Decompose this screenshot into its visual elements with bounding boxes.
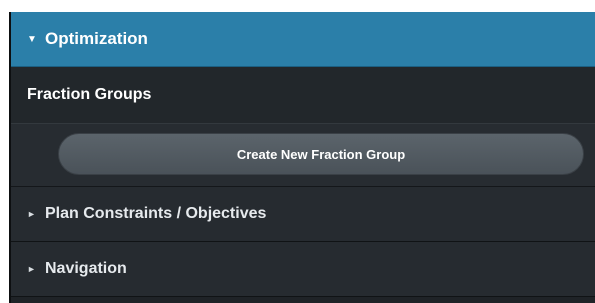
plan-constraints-section-header[interactable]: ► Plan Constraints / Objectives [11, 187, 595, 242]
optimization-title: Optimization [45, 29, 148, 48]
optimization-section-header[interactable]: ▼ Optimization [11, 12, 595, 67]
fraction-groups-label: Fraction Groups [27, 86, 152, 103]
fraction-groups-header: Fraction Groups [11, 67, 595, 124]
collapsed-arrow-icon: ► [27, 209, 36, 219]
collapsed-arrow-icon: ► [27, 264, 36, 274]
expanded-arrow-icon: ▼ [27, 33, 37, 45]
navigation-title: Navigation [45, 260, 127, 277]
fraction-groups-actions: Create New Fraction Group [11, 124, 595, 187]
create-new-fraction-group-button[interactable]: Create New Fraction Group [58, 133, 584, 175]
plan-constraints-title: Plan Constraints / Objectives [45, 205, 267, 222]
navigation-section-header[interactable]: ► Navigation [11, 242, 595, 297]
optimization-panel: ▼ Optimization Fraction Groups Create Ne… [9, 12, 595, 303]
